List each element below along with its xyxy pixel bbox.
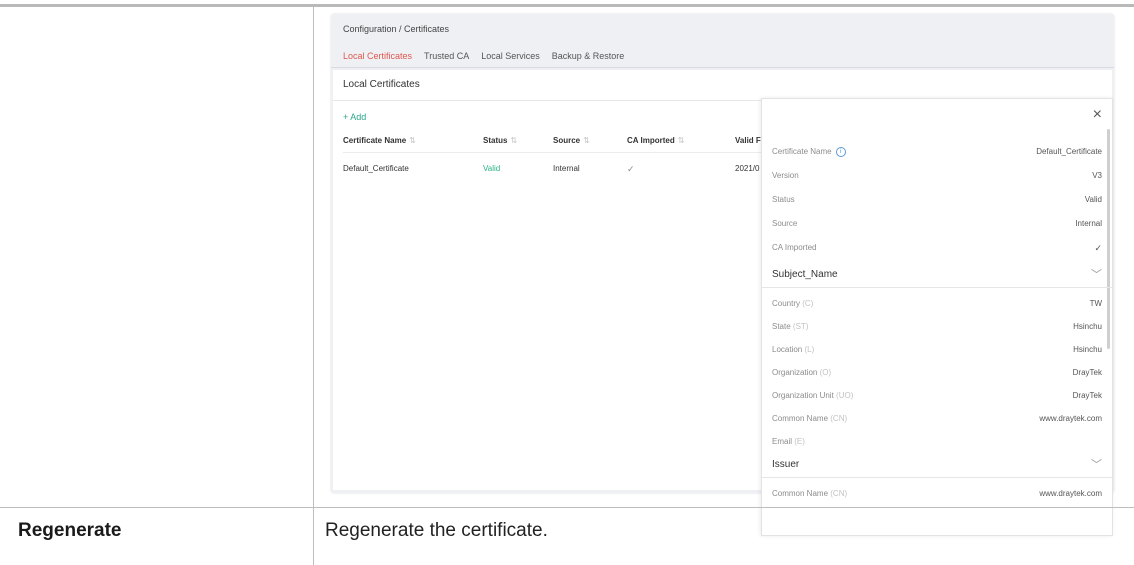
sort-icon: ⇅ — [510, 136, 518, 145]
cell-certificate-name: Default_Certificate — [343, 164, 409, 173]
detail-key-wrapper: Common Name (CN) — [772, 414, 847, 423]
detail-key: Email — [772, 437, 793, 446]
column-header-label: Source — [553, 136, 581, 145]
detail-key: Organization Unit — [772, 391, 834, 400]
top-rule — [0, 4, 1134, 7]
sort-icon: ⇅ — [583, 136, 590, 145]
detail-key-abbr: (L) — [804, 345, 815, 354]
detail-key-wrapper: Location (L) — [772, 345, 814, 354]
detail-value: DrayTek — [1072, 391, 1102, 400]
subject-row-organization: Organization (O) DrayTek — [772, 368, 1102, 384]
detail-key-abbr: (CN) — [830, 489, 848, 498]
certificate-detail-drawer: × Certificate Name i Default_Certificate … — [761, 98, 1113, 536]
row-description: Regenerate the certificate. — [325, 520, 548, 541]
row-label: Regenerate — [18, 520, 122, 541]
detail-key-wrapper: Organization (O) — [772, 368, 831, 377]
detail-value: TW — [1089, 299, 1102, 308]
cell-source: Internal — [553, 164, 580, 173]
detail-key: Country — [772, 299, 801, 308]
column-header-label: Certificate Name — [343, 136, 407, 145]
detail-value: www.draytek.com — [1039, 489, 1102, 498]
column-header-ca-imported[interactable]: CA Imported ⇅ — [627, 136, 684, 145]
subject-name-section-toggle[interactable]: Subject_Name ﹀ — [762, 263, 1112, 288]
detail-row-version: Version V3 — [772, 171, 1102, 187]
section-title: Issuer — [772, 459, 800, 470]
detail-value: Valid — [1084, 195, 1102, 204]
tab-bar: Local Certificates Trusted CA Local Serv… — [343, 51, 636, 68]
detail-key-wrapper: Common Name (CN) — [772, 489, 847, 498]
subject-row-location: Location (L) Hsinchu — [772, 345, 1102, 361]
detail-key: Organization — [772, 368, 818, 377]
subject-row-country: Country (C) TW — [772, 299, 1102, 315]
subject-row-common-name: Common Name (CN) www.draytek.com — [772, 414, 1102, 430]
detail-key: Common Name — [772, 489, 829, 498]
detail-value: V3 — [1092, 171, 1102, 180]
detail-row-source: Source Internal — [772, 219, 1102, 235]
sort-icon: ⇅ — [409, 136, 416, 145]
detail-key: Location — [772, 345, 803, 354]
subject-row-email: Email (E) — [772, 437, 1102, 453]
row-divider — [0, 507, 1134, 508]
detail-key: Certificate Name — [772, 147, 832, 157]
close-icon[interactable]: × — [1093, 107, 1102, 123]
detail-key-abbr: (ST) — [792, 322, 809, 331]
detail-key-abbr: (UO) — [836, 391, 854, 400]
column-divider — [313, 7, 314, 565]
chevron-down-icon: ﹀ — [1091, 459, 1102, 471]
column-header-certificate-name[interactable]: Certificate Name ⇅ — [343, 136, 416, 145]
detail-row-certificate-name: Certificate Name i Default_Certificate — [772, 147, 1102, 163]
detail-key: Version — [772, 171, 799, 180]
breadcrumb: Configuration / Certificates — [343, 24, 450, 34]
check-icon: ✓ — [1094, 243, 1102, 253]
section-title: Subject_Name — [772, 269, 838, 280]
tab-local-services[interactable]: Local Services — [481, 51, 540, 68]
scrollbar[interactable] — [1107, 129, 1110, 349]
column-header-label: Status — [483, 136, 508, 145]
detail-key: Source — [772, 219, 798, 228]
detail-key-wrapper: Certificate Name i — [772, 147, 846, 157]
column-header-source[interactable]: Source ⇅ — [553, 136, 590, 145]
tab-local-certificates[interactable]: Local Certificates — [343, 51, 413, 68]
detail-value: Default_Certificate — [1036, 147, 1102, 156]
cell-status: Valid — [483, 164, 501, 173]
chevron-down-icon: ﹀ — [1091, 269, 1102, 281]
column-header-label: CA Imported — [627, 136, 675, 145]
issuer-section-toggle[interactable]: Issuer ﹀ — [762, 453, 1112, 478]
tab-trusted-ca[interactable]: Trusted CA — [424, 51, 469, 68]
info-icon[interactable]: i — [835, 147, 846, 157]
subject-row-organization-unit: Organization Unit (UO) DrayTek — [772, 391, 1102, 407]
detail-key: Common Name — [772, 414, 829, 423]
card-title: Local Certificates — [343, 79, 420, 90]
detail-row-status: Status Valid — [772, 195, 1102, 211]
detail-value: DrayTek — [1072, 368, 1102, 377]
detail-key: State — [772, 322, 791, 331]
local-certificates-card: Local Certificates + Add Certificate Nam… — [333, 70, 1113, 536]
subject-row-state: State (ST) Hsinchu — [772, 322, 1102, 338]
detail-value: Internal — [1075, 219, 1102, 228]
cell-valid-from: 2021/0 — [735, 164, 760, 173]
sort-icon: ⇅ — [677, 136, 685, 145]
detail-value: Hsinchu — [1073, 345, 1102, 354]
detail-value: Hsinchu — [1073, 322, 1102, 331]
tab-backup-restore[interactable]: Backup & Restore — [552, 51, 625, 68]
detail-key-wrapper: Country (C) — [772, 299, 813, 308]
tab-divider — [331, 67, 1114, 68]
add-button[interactable]: + Add — [343, 112, 366, 122]
detail-key-abbr: (O) — [819, 368, 832, 377]
detail-key-abbr: (E) — [794, 437, 805, 446]
detail-key: Status — [772, 195, 795, 204]
detail-key-wrapper: Email (E) — [772, 437, 805, 446]
issuer-row-common-name: Common Name (CN) www.draytek.com — [772, 489, 1102, 505]
certificates-screenshot: Configuration / Certificates Local Certi… — [331, 14, 1114, 536]
detail-key-wrapper: Organization Unit (UO) — [772, 391, 853, 400]
detail-value: www.draytek.com — [1039, 414, 1102, 423]
column-header-status[interactable]: Status ⇅ — [483, 136, 517, 145]
detail-key: CA Imported — [772, 243, 817, 252]
detail-key-wrapper: State (ST) — [772, 322, 808, 331]
detail-key-abbr: (C) — [802, 299, 814, 308]
check-icon: ✓ — [627, 164, 635, 174]
column-header-valid-from[interactable]: Valid F — [735, 136, 761, 145]
detail-row-ca-imported: CA Imported ✓ — [772, 243, 1102, 259]
detail-key-abbr: (CN) — [830, 414, 848, 423]
